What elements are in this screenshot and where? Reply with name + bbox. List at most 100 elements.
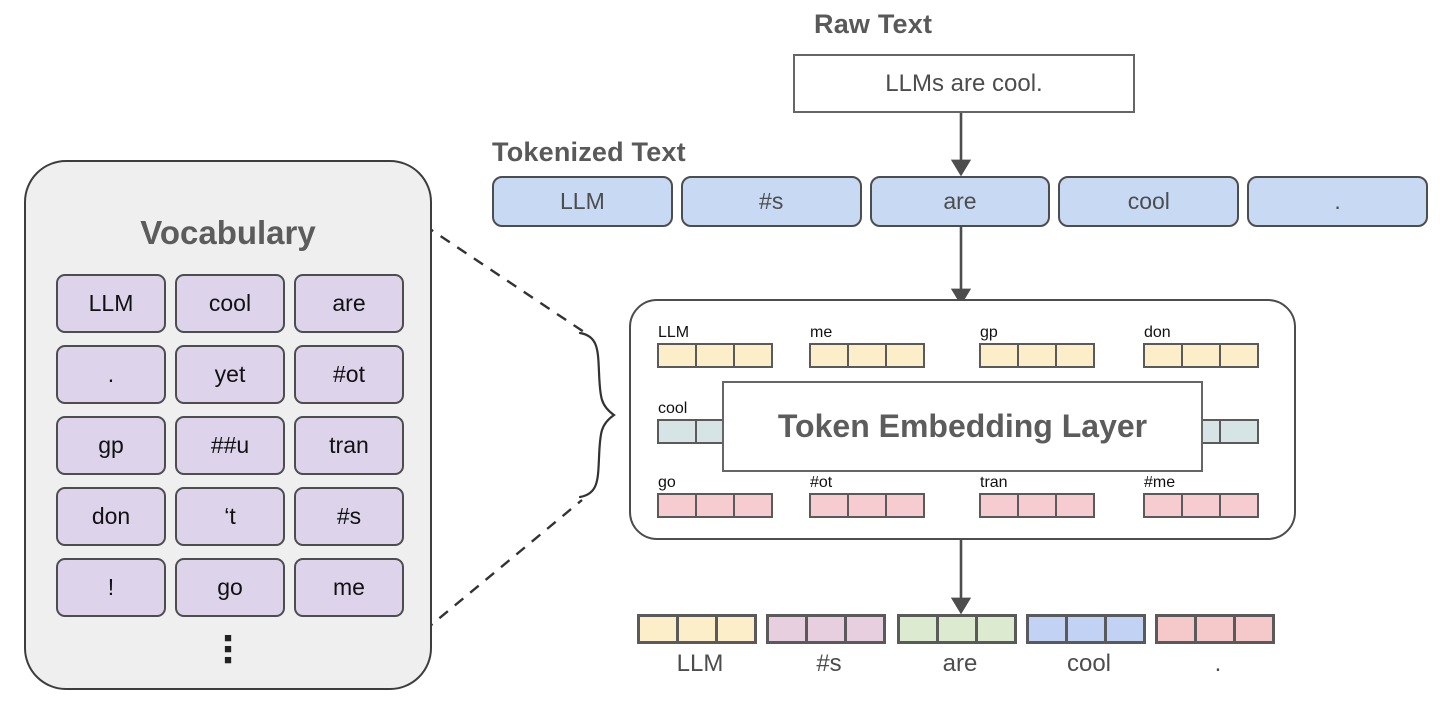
vocabulary-item[interactable]: ##u — [175, 416, 285, 475]
embedding-vector-label: me — [810, 324, 833, 341]
output-vector-group[interactable]: #s — [766, 614, 892, 677]
output-cell — [1065, 614, 1107, 644]
embedding-cell — [695, 343, 735, 368]
vocabulary-item-label: ##u — [210, 432, 250, 458]
embedding-vector-label: go — [658, 474, 676, 491]
output-cell — [1194, 614, 1236, 644]
embedding-vector-group[interactable]: me — [809, 324, 925, 368]
token-chip[interactable]: cool — [1058, 176, 1240, 227]
embedding-vector-cells — [979, 493, 1095, 518]
token-chip[interactable]: . — [1247, 176, 1428, 227]
embedding-vector-cells — [1143, 343, 1259, 368]
embedding-cell — [1219, 343, 1259, 368]
token-embedding-layer-title: Token Embedding Layer — [777, 408, 1148, 444]
embedding-vector-cells — [809, 343, 925, 368]
embedding-cell — [847, 343, 887, 368]
vocabulary-item[interactable]: cool — [175, 274, 285, 333]
embedding-cell — [979, 493, 1019, 518]
vocabulary-item[interactable]: tran — [294, 416, 404, 475]
embedding-cell — [809, 343, 849, 368]
output-cell — [1233, 614, 1275, 644]
vocabulary-item-label: gp — [98, 432, 124, 458]
output-vector-cells — [637, 614, 763, 644]
embedding-cell — [1219, 493, 1259, 518]
vocabulary-item-label: ‘t — [224, 503, 236, 529]
embedding-cell — [847, 493, 887, 518]
output-vector-label: are — [942, 650, 978, 677]
embedding-vector-label: don — [1144, 324, 1171, 341]
output-vector-group[interactable]: . — [1155, 614, 1281, 677]
output-vector-group[interactable]: LLM — [637, 614, 763, 677]
output-vector-group[interactable]: cool — [1026, 614, 1152, 677]
output-cell — [897, 614, 939, 644]
vocabulary-more-indicator: ■ ■ ■ — [224, 630, 232, 667]
embedding-vector-label: LLM — [658, 324, 690, 341]
embedding-cell — [733, 493, 773, 518]
embedding-vector-label: #me — [1144, 474, 1176, 491]
output-cell — [844, 614, 886, 644]
tokenized-text-heading: Tokenized Text — [492, 137, 686, 167]
token-chip-label: #s — [759, 188, 784, 214]
token-chip[interactable]: LLM — [492, 176, 673, 227]
token-embedding-panel: LLM me gp don cool go #ot tran #me Token… — [629, 299, 1296, 540]
vocabulary-item[interactable]: . — [56, 345, 166, 404]
output-cell — [715, 614, 757, 644]
vocabulary-item[interactable]: don — [56, 487, 166, 546]
output-vector-label: cool — [1066, 650, 1112, 677]
token-chip[interactable]: #s — [680, 176, 862, 227]
output-cell — [936, 614, 978, 644]
output-vector-cells — [897, 614, 1023, 644]
output-cell — [1026, 614, 1068, 644]
vocabulary-item-label: cool — [208, 290, 252, 316]
vocabulary-item[interactable]: gp — [56, 416, 166, 475]
vocab-to-embedding-brace — [578, 331, 616, 499]
diagram-canvas: Raw Text LLMs are cool. Tokenized Text L… — [0, 0, 1440, 712]
output-vector-label: #s — [816, 650, 842, 677]
embedding-cell — [695, 493, 735, 518]
embedding-cell — [809, 493, 849, 518]
vocabulary-item[interactable]: me — [294, 558, 404, 617]
vocabulary-panel: Vocabulary LLM cool are . yet #ot gp ##u… — [24, 160, 432, 690]
embedding-vector-group[interactable]: don — [1143, 324, 1259, 368]
vocabulary-item-label: don — [91, 503, 131, 529]
embedding-vector-group[interactable]: tran — [979, 474, 1095, 518]
vocabulary-item[interactable]: yet — [175, 345, 285, 404]
vocabulary-item-label: tran — [329, 432, 369, 458]
output-vector-cells — [766, 614, 892, 644]
embedding-vector-group[interactable]: LLM — [657, 324, 773, 368]
output-vector-group[interactable]: are — [897, 614, 1023, 677]
dashed-line-top — [423, 224, 585, 333]
vocabulary-item-label: are — [332, 290, 366, 316]
token-chip-label: . — [1334, 188, 1341, 214]
raw-text-box: LLMs are cool. — [793, 54, 1135, 113]
embedding-cell — [1143, 493, 1183, 518]
embedding-vector-group[interactable]: gp — [979, 324, 1095, 368]
token-chip[interactable]: are — [869, 176, 1051, 227]
vocabulary-item-label: #s — [336, 503, 362, 529]
embedding-vector-label: #ot — [810, 474, 833, 491]
vocabulary-item[interactable]: go — [175, 558, 285, 617]
embedding-cell — [1017, 493, 1057, 518]
embedding-cell — [733, 343, 773, 368]
embedding-vector-group[interactable]: #ot — [809, 474, 925, 518]
output-cell — [637, 614, 679, 644]
embedding-vector-label: cool — [658, 400, 688, 417]
vocabulary-item-label: LLM — [88, 290, 134, 316]
embedding-vector-group[interactable]: go — [657, 474, 773, 518]
vocabulary-item[interactable]: are — [294, 274, 404, 333]
vocabulary-item-label: yet — [214, 361, 246, 387]
vocabulary-item[interactable]: ‘t — [175, 487, 285, 546]
vocabulary-item[interactable]: ! — [56, 558, 166, 617]
output-cell — [766, 614, 808, 644]
token-chip-label: are — [943, 188, 977, 214]
token-chip-label: LLM — [560, 188, 605, 214]
embedding-cell — [1055, 343, 1095, 368]
vocabulary-item[interactable]: #s — [294, 487, 404, 546]
embedding-cell — [885, 343, 925, 368]
vocabulary-item[interactable]: LLM — [56, 274, 166, 333]
vocabulary-item[interactable]: #ot — [294, 345, 404, 404]
embedding-cell — [1181, 343, 1221, 368]
output-cell — [676, 614, 718, 644]
vocabulary-item-label: ! — [107, 574, 115, 600]
embedding-vector-group[interactable]: #me — [1143, 474, 1259, 518]
